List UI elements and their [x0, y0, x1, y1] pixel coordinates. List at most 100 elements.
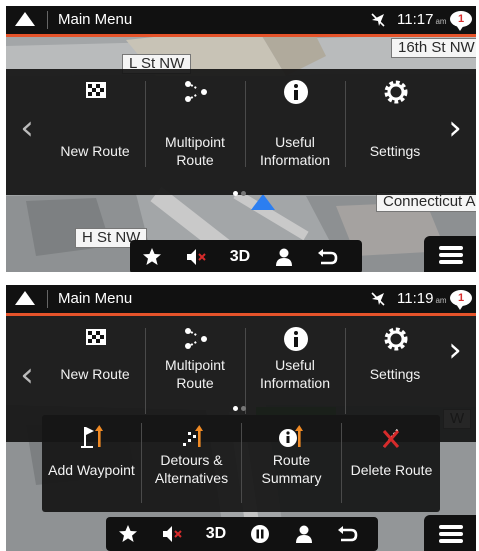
page-dot-active — [233, 191, 238, 196]
hamburger-icon — [439, 253, 463, 257]
route-menu-panel: Add Waypoint Detours & Alternatives Rout… — [42, 415, 440, 512]
prev-page-arrow-icon[interactable]: ‹ — [8, 104, 46, 154]
clock-time: 11:19 — [397, 290, 434, 307]
menu-item-new-route[interactable]: New Route — [46, 316, 144, 426]
menu-item-label: New Route — [60, 366, 130, 382]
divider — [47, 290, 48, 308]
hamburger-icon — [439, 539, 463, 543]
clock-ampm: am — [435, 17, 447, 26]
page-indicator — [233, 183, 249, 201]
top-bar: Main Menu 11:19 am 1 — [6, 285, 476, 316]
checkered-flag-icon — [86, 82, 106, 98]
pause-button[interactable] — [238, 517, 282, 551]
street-label: 16th St NW — [391, 38, 476, 58]
menu-item-label: Useful Information — [259, 134, 331, 168]
screen-main-menu-1: L St NW 16th St NW Connecticut A H St NW… — [6, 6, 476, 272]
menu-item-label: Multipoint Route — [165, 134, 225, 168]
divider — [47, 11, 48, 29]
user-button[interactable] — [282, 517, 326, 551]
bottom-toolbar: 3D — [130, 240, 362, 272]
page-dot — [241, 191, 246, 196]
pause-icon — [251, 525, 269, 543]
page-title: Main Menu — [58, 11, 133, 28]
next-page-arrow-icon[interactable]: › — [436, 326, 474, 376]
route-item-delete-route[interactable]: Delete Route — [342, 415, 441, 512]
gear-icon — [384, 80, 408, 104]
hamburger-icon — [439, 246, 463, 250]
route-item-label: Delete Route — [350, 462, 433, 478]
menu-item-settings[interactable]: Settings — [346, 316, 444, 426]
menu-item-label: Settings — [369, 366, 421, 382]
back-button[interactable] — [306, 240, 350, 272]
bottom-toolbar: 3D — [106, 517, 378, 551]
menu-item-label: Settings — [369, 143, 421, 159]
menu-item-new-route[interactable]: New Route — [46, 69, 144, 179]
gps-off-icon — [370, 12, 386, 33]
menu-item-multipoint-route[interactable]: Multipoint Route — [146, 69, 244, 179]
multipoint-icon — [185, 328, 207, 349]
hamburger-icon — [439, 525, 463, 529]
prev-page-arrow-icon[interactable]: ‹ — [8, 351, 46, 401]
menu-button[interactable] — [424, 236, 476, 272]
user-icon — [276, 248, 292, 266]
message-count: 1 — [457, 13, 465, 25]
hamburger-icon — [439, 532, 463, 536]
clock: 11:19 am — [397, 290, 447, 307]
star-icon — [143, 248, 161, 265]
message-bubble-icon[interactable]: 1 — [450, 11, 472, 31]
back-button[interactable] — [326, 517, 370, 551]
menu-item-multipoint-route[interactable]: Multipoint Route — [146, 316, 244, 426]
checkered-flag-icon — [86, 329, 106, 345]
back-icon — [338, 526, 358, 542]
top-bar: Main Menu 11:17 am 1 — [6, 6, 476, 37]
gps-off-icon — [370, 291, 386, 312]
street-label: Connecticut A — [376, 192, 476, 212]
menu-item-label: Multipoint Route — [165, 357, 225, 391]
route-item-label: Detours & Alternatives — [154, 452, 229, 486]
menu-item-label: Useful Information — [259, 357, 331, 391]
route-summary-icon — [279, 425, 303, 447]
favorites-button[interactable] — [130, 240, 174, 272]
mute-icon — [163, 526, 182, 542]
main-menu-panel: ‹ New Route Multipoint Route Useful Info… — [6, 69, 476, 196]
page-indicator — [233, 398, 249, 416]
back-icon — [318, 249, 338, 265]
gear-icon — [384, 327, 408, 351]
route-item-detours[interactable]: Detours & Alternatives — [142, 415, 241, 512]
current-position-icon — [251, 194, 275, 210]
view-3d-button[interactable]: 3D — [194, 517, 238, 551]
menu-item-useful-information[interactable]: Useful Information — [246, 316, 344, 426]
message-count: 1 — [457, 292, 465, 304]
menu-item-label: New Route — [60, 143, 130, 159]
collapse-arrow-icon[interactable] — [15, 12, 35, 26]
clock: 11:17 am — [397, 11, 447, 28]
screen-main-menu-2: W Main Menu 11:19am 1 ‹ New Route — [6, 285, 476, 551]
page-title: Main Menu — [58, 290, 133, 307]
collapse-arrow-icon[interactable] — [15, 291, 35, 305]
menu-button[interactable] — [424, 515, 476, 551]
clock-time: 11:17 — [397, 11, 434, 28]
info-icon — [284, 327, 308, 351]
user-button[interactable] — [262, 240, 306, 272]
detour-icon — [183, 425, 203, 447]
view-3d-button[interactable]: 3D — [218, 240, 262, 272]
mute-button[interactable] — [150, 517, 194, 551]
page-dot — [241, 406, 246, 411]
delete-route-icon — [382, 428, 400, 448]
route-item-add-waypoint[interactable]: Add Waypoint — [42, 415, 141, 512]
favorites-button[interactable] — [106, 517, 150, 551]
route-item-label: Add Waypoint — [48, 462, 135, 478]
route-item-route-summary[interactable]: Route Summary — [242, 415, 341, 512]
menu-item-useful-information[interactable]: Useful Information — [246, 69, 344, 179]
message-bubble-icon[interactable]: 1 — [450, 290, 472, 310]
clock-ampm: am — [435, 296, 447, 305]
info-icon — [284, 80, 308, 104]
mute-button[interactable] — [174, 240, 218, 272]
mute-icon — [187, 249, 206, 265]
page-dot-active — [233, 406, 238, 411]
menu-item-settings[interactable]: Settings — [346, 69, 444, 179]
route-item-label: Route Summary — [261, 452, 322, 486]
star-icon — [119, 525, 137, 542]
multipoint-icon — [185, 81, 207, 102]
next-page-arrow-icon[interactable]: › — [436, 104, 474, 154]
